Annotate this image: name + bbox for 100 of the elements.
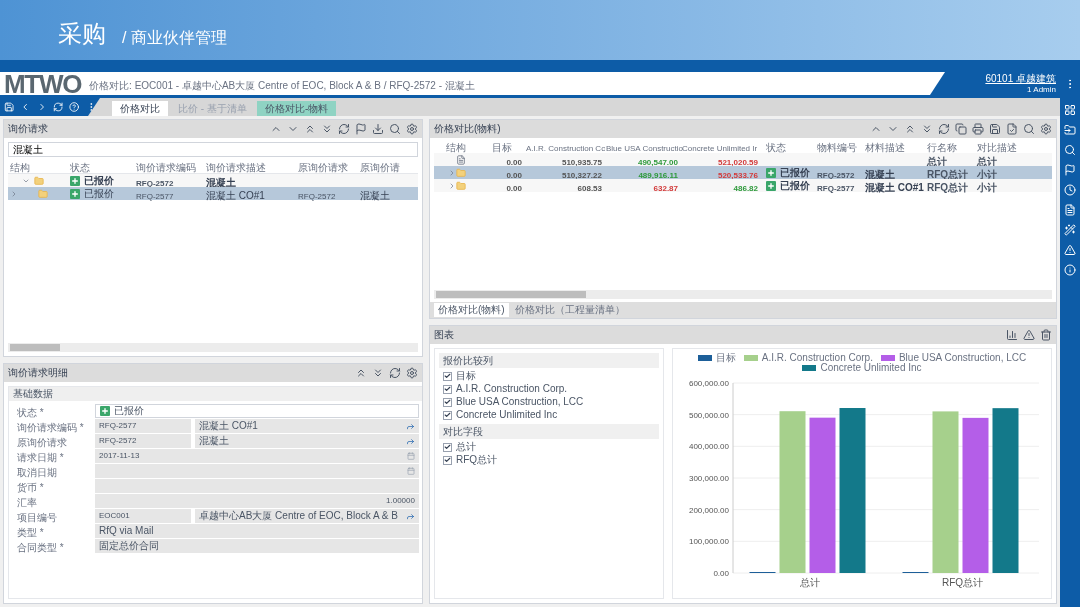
table-row[interactable]: 已报价 RFQ-2572 混凝土 [8,174,418,187]
column-header[interactable]: 询价请求编码 [136,162,196,173]
column-header[interactable]: 目标 [492,141,512,153]
status-icon [766,167,776,178]
checkbox[interactable] [443,442,452,452]
column-header[interactable]: Concrete Unlimited Ir [682,143,758,153]
company-link[interactable]: 60101 卓越建筑 [985,73,1056,84]
search-icon[interactable] [1023,123,1035,135]
input-field[interactable]: RfQ via Mail [95,524,419,538]
field-value: 已报价 [114,406,144,416]
last-icon[interactable] [321,123,333,135]
search-field[interactable]: 混凝土 [8,142,418,157]
refresh-icon[interactable] [938,123,950,135]
column-header[interactable]: 原询价请求 [298,162,348,173]
goto-icon[interactable] [405,421,415,431]
horizontal-scrollbar[interactable] [434,290,1052,299]
input-field[interactable]: EOC001 [95,509,191,523]
info-icon[interactable] [1064,264,1076,276]
last-icon[interactable] [921,123,933,135]
first-icon[interactable] [304,123,316,135]
download-icon[interactable] [372,123,384,135]
tab[interactable]: 价格对比（工程量清单） [510,303,629,317]
date-field[interactable] [95,464,419,478]
column-header[interactable]: 物料编号 [817,141,857,153]
input-field[interactable]: 固定总价合同 [95,539,419,553]
tab[interactable]: 价格对比-物料 [256,101,337,116]
refresh-icon[interactable] [53,101,64,113]
print-icon[interactable] [972,123,984,135]
document-icon[interactable] [1064,204,1076,216]
status-field[interactable]: 已报价 [95,404,419,418]
last-icon[interactable] [372,367,384,379]
field-label: 取消日期 [17,467,57,478]
alert-icon[interactable] [1064,244,1076,256]
lookup-field[interactable]: 混凝土 [195,434,419,448]
table-row[interactable]: 0.00 608.53 632.87 486.82 已报价 RFQ-2577 混凝土 CO#1 RFQ总计 小计 [434,179,1052,192]
settings-icon[interactable] [406,123,418,135]
settings-icon[interactable] [406,367,418,379]
first-icon[interactable] [355,367,367,379]
copy-icon[interactable] [955,123,967,135]
table-cell: 小计 [977,181,997,193]
input-field[interactable]: RFQ-2572 [95,434,191,448]
column-header[interactable]: Blue USA Constructio [606,143,683,153]
table-row[interactable]: 0.00 510,327.22 489,916.11 520,533.76 已报价 RFQ-2572 混凝土 RFQ总计 小计 [434,166,1052,179]
lookup-field[interactable]: 混凝土 CO#1 [195,419,419,433]
column-header[interactable]: 状态 [70,162,90,173]
column-header[interactable]: 询价请求描述 [206,162,266,173]
bar-chart-icon[interactable] [1006,329,1018,341]
table-row[interactable]: 0.00 510,935.75 490,547.00 521,020.59 总计 总计 [434,153,1052,166]
column-header[interactable]: 状态 [766,141,786,153]
help-icon[interactable] [69,101,80,113]
flag-icon[interactable] [355,123,367,135]
table-cell: RFQ总计 [927,168,969,180]
section-header[interactable]: 基础数据 [9,387,422,401]
checkbox[interactable] [443,410,452,420]
warning-icon[interactable] [1023,329,1035,341]
field-label: 项目编号 [17,512,57,523]
goto-icon[interactable] [405,511,415,521]
table-cell: 混凝土 CO#1 [206,189,265,201]
checkbox[interactable] [443,397,452,407]
column-header[interactable]: 材料描述 [865,141,905,153]
clock-icon[interactable] [1064,184,1076,196]
lookup-field[interactable]: 卓越中心AB大厦 Centre of EOC, Block A & B [195,509,419,523]
axis-label: 总计 [799,577,820,588]
grid-icon[interactable] [1064,104,1076,116]
settings-icon[interactable] [1040,123,1052,135]
first-icon[interactable] [904,123,916,135]
wand-icon[interactable] [1064,224,1076,236]
table-row[interactable]: 已报价 RFQ-2577 混凝土 CO#1 RFQ-2572 混凝土 [8,187,418,200]
folder-icon [34,175,44,186]
group-header: 对比字段 [439,424,659,439]
delete-icon[interactable] [1040,329,1052,341]
column-header[interactable]: 行名称 [927,141,957,153]
field-label: 类型 * [17,527,44,538]
goto-icon[interactable] [405,436,415,446]
column-header[interactable]: A.I.R. Construction Cc [526,143,606,153]
table-cell: 608.53 [577,183,602,193]
refresh-icon[interactable] [338,123,350,135]
search-icon[interactable] [389,123,401,135]
check-icon[interactable] [1006,123,1018,135]
checkbox[interactable] [443,384,452,394]
refresh-icon[interactable] [389,367,401,379]
horizontal-scrollbar[interactable] [8,343,418,352]
input-field[interactable]: RFQ-2577 [95,419,191,433]
column-header[interactable]: 结构 [10,162,30,173]
axis-label: 200,000.00 [688,505,729,515]
column-header[interactable]: 结构 [446,141,466,153]
checkbox[interactable] [443,455,452,465]
input-field[interactable]: 1.00000 [95,494,419,508]
tab[interactable]: 价格对比(物料) [434,303,509,317]
search-icon[interactable] [1064,144,1076,156]
table-cell: RFQ-2577 [136,191,174,201]
column-header[interactable]: 对比描述 [977,141,1017,153]
table-cell: RFQ总计 [927,181,969,193]
tab[interactable]: 价格对比 [112,101,168,116]
column-header[interactable]: 原询价请 [360,162,400,173]
date-field[interactable]: 2017-11-13 [95,449,419,463]
checkbox[interactable] [443,371,452,381]
input-field[interactable] [95,479,419,493]
folder-icon[interactable] [1064,124,1076,136]
save-icon[interactable] [989,123,1001,135]
